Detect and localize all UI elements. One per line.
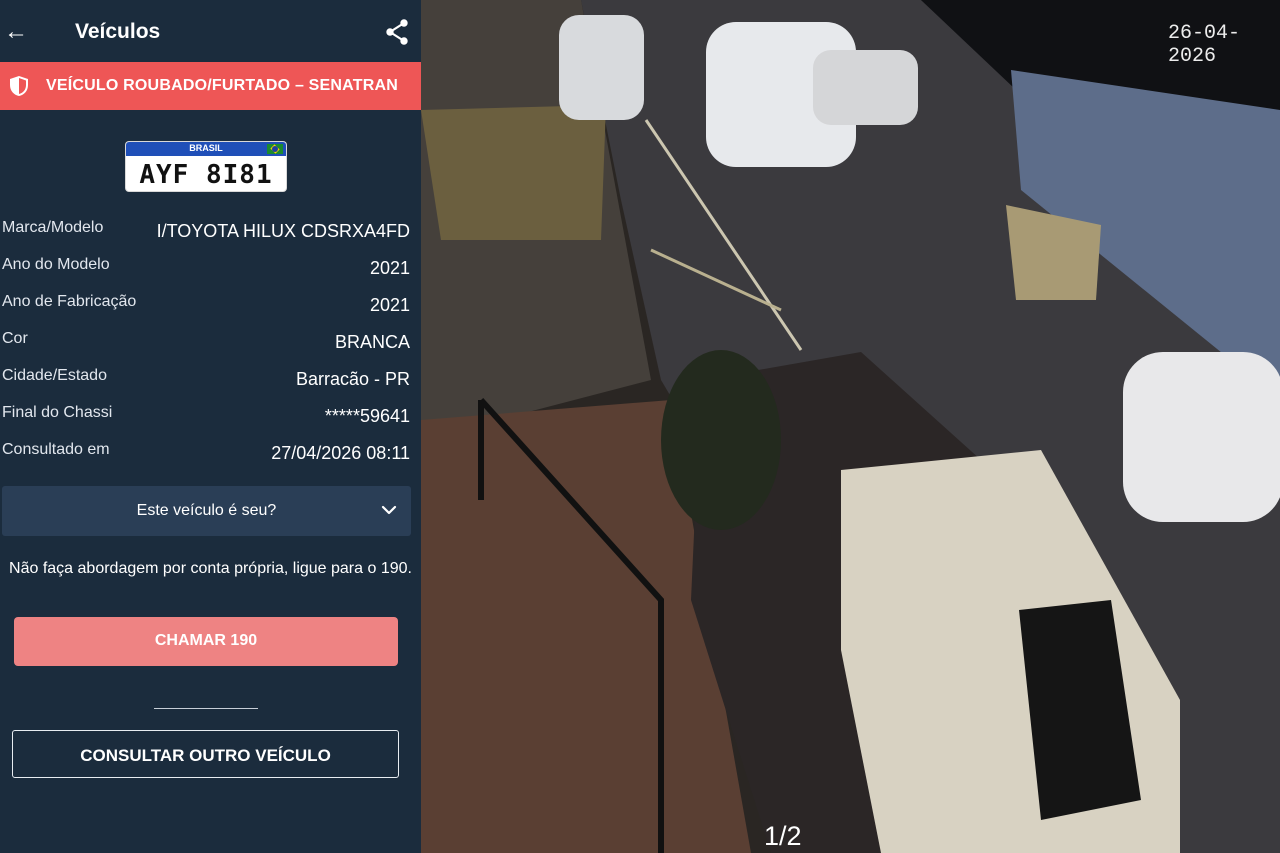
detail-row-consulted: Consultado em 27/04/2026 08:11 (0, 441, 421, 465)
alert-label: VEÍCULO ROUBADO/FURTADO – SENATRAN (46, 77, 398, 94)
ownership-dropdown[interactable]: Este veículo é seu? (2, 486, 411, 536)
share-icon[interactable] (384, 18, 410, 46)
safety-warning: Não faça abordagem por conta própria, li… (9, 560, 412, 577)
divider (154, 708, 258, 709)
detail-value: 2021 (369, 258, 410, 278)
plate-number: AYF 8I81 (139, 160, 273, 190)
detail-value: Barracão - PR (295, 369, 410, 389)
detail-row-model-year: Ano do Modelo 2021 (0, 256, 421, 280)
detail-row-city-state: Cidade/Estado Barracão - PR (0, 367, 421, 391)
detail-value: 2021 (369, 295, 410, 315)
detail-label: Ano de Fabricação (2, 293, 137, 310)
arrow-left-icon[interactable]: ← (4, 20, 28, 44)
vehicle-panel: ← Veículos VEÍCULO ROUBADO/FURTADO – SEN… (0, 0, 421, 853)
detail-value: I/TOYOTA HILUX CDSRXA4FD (156, 221, 410, 241)
detail-label: Ano do Modelo (2, 256, 110, 273)
street-scene-image (421, 0, 1280, 853)
camera-timestamp: 26-04-2026 (1168, 22, 1241, 68)
detail-row-manufacture-year: Ano de Fabricação 2021 (0, 293, 421, 317)
app-bar: ← Veículos (0, 0, 421, 62)
brazil-flag-icon (267, 144, 283, 154)
ownership-question: Este veículo é seu? (136, 502, 277, 519)
detail-value: BRANCA (334, 332, 410, 352)
call-190-button[interactable]: CHAMAR 190 (14, 617, 398, 666)
image-pagination: 1/2 (764, 821, 802, 851)
consult-button-label: CONSULTAR OUTRO VEÍCULO (80, 746, 331, 765)
detail-label: Cor (2, 330, 28, 347)
detail-label: Marca/Modelo (2, 219, 104, 236)
detail-label: Consultado em (2, 441, 110, 458)
detail-label: Cidade/Estado (2, 367, 107, 384)
call-button-label: CHAMAR 190 (154, 632, 258, 649)
consult-other-vehicle-button[interactable]: CONSULTAR OUTRO VEÍCULO (12, 730, 399, 778)
detail-row-color: Cor BRANCA (0, 330, 421, 354)
stolen-vehicle-alert: VEÍCULO ROUBADO/FURTADO – SENATRAN (0, 62, 421, 110)
detail-value: *****59641 (324, 406, 410, 426)
license-plate: BRASIL AYF 8I81 (126, 142, 286, 191)
chevron-down-icon (381, 505, 397, 515)
page-title: Veículos (75, 20, 161, 43)
plate-country: BRASIL (189, 143, 223, 153)
security-camera-image: 26-04-2026 1/2 (421, 0, 1280, 853)
shield-icon (10, 76, 28, 96)
detail-value: 27/04/2026 08:11 (271, 443, 410, 463)
plate-header: BRASIL (126, 142, 286, 156)
detail-row-model: Marca/Modelo I/TOYOTA HILUX CDSRXA4FD (0, 219, 421, 243)
detail-label: Final do Chassi (2, 404, 113, 421)
detail-row-chassis: Final do Chassi *****59641 (0, 404, 421, 428)
